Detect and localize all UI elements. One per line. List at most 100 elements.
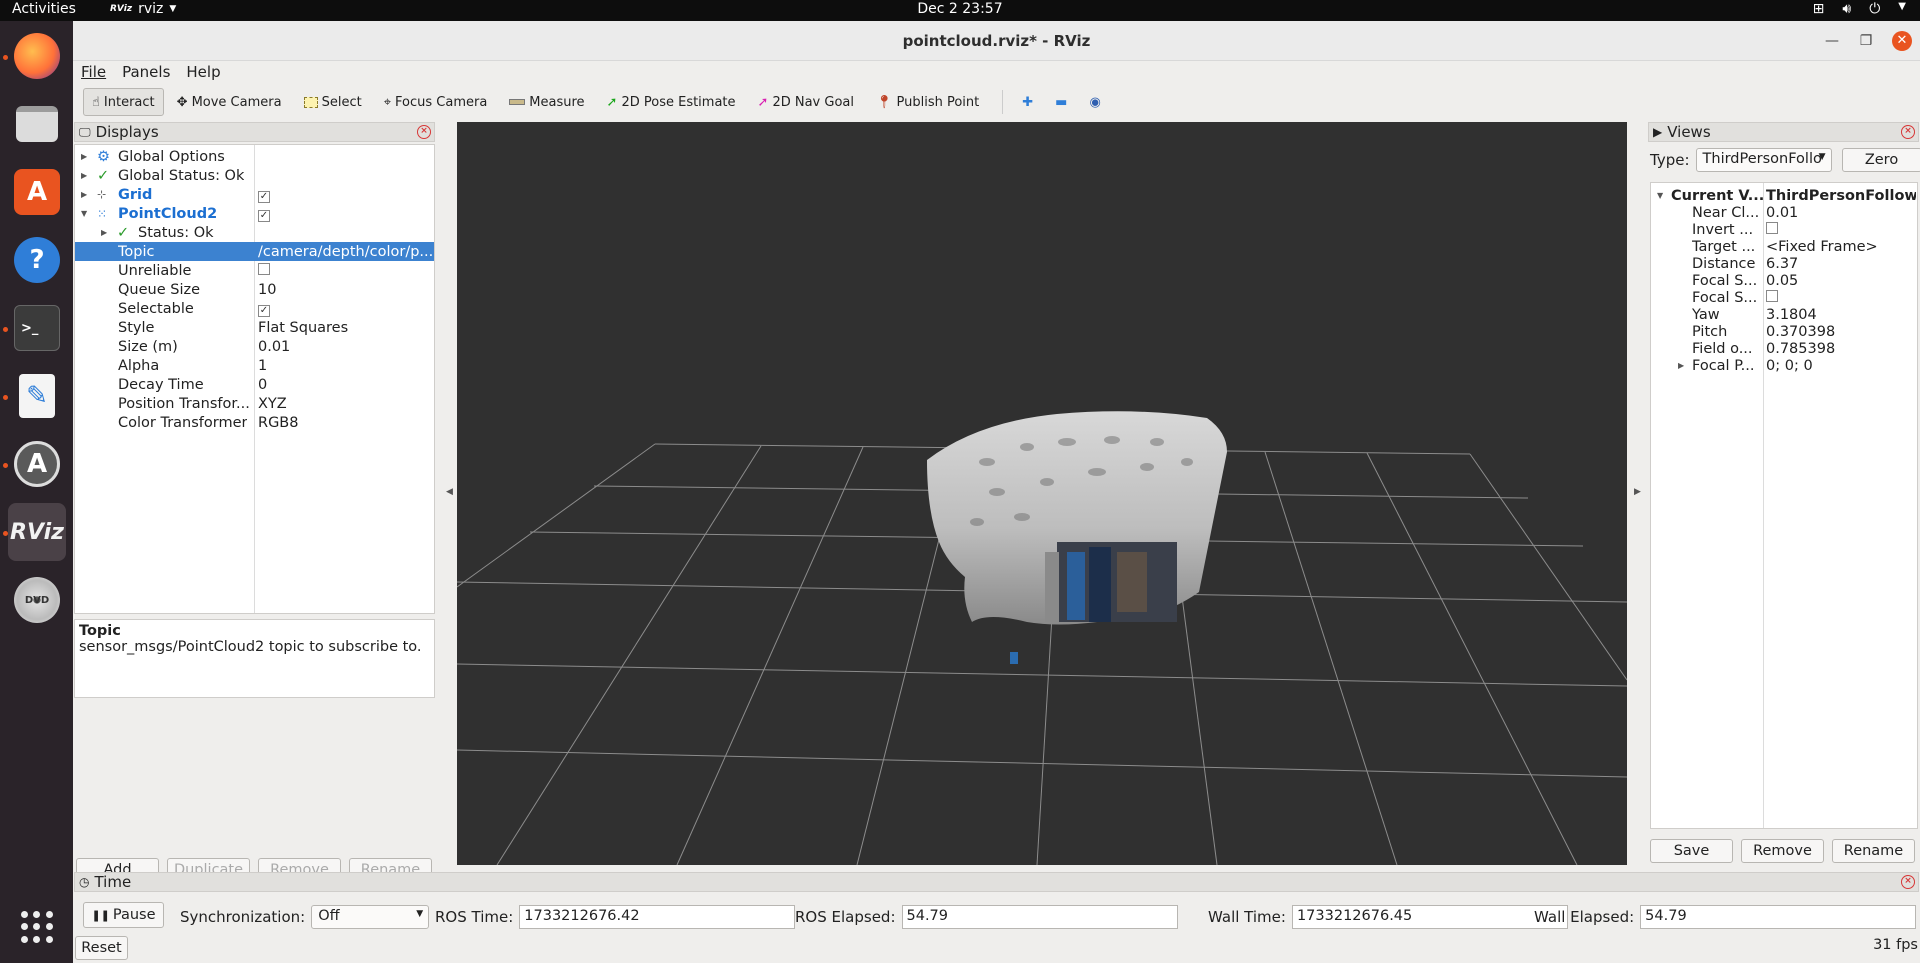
grid-enabled-checkbox[interactable]: ✓	[258, 187, 433, 203]
show-apps-icon[interactable]	[21, 911, 53, 943]
close-icon[interactable]: ×	[417, 125, 431, 139]
clock[interactable]: Dec 2 23:57	[0, 1, 1920, 17]
select-button[interactable]: Select	[295, 88, 371, 116]
firefox-icon[interactable]	[8, 27, 66, 85]
property-value[interactable]: 3.1804	[1766, 307, 1916, 323]
maximize-icon[interactable]: ❐	[1856, 31, 1876, 51]
property-row-decay-time[interactable]: Decay Time 0	[75, 375, 434, 394]
remove-tool-button[interactable]: ▬	[1046, 88, 1076, 116]
property-value[interactable]: 0.05	[1766, 273, 1916, 289]
property-row-size[interactable]: Size (m) 0.01	[75, 337, 434, 356]
expand-arrow-icon[interactable]: ▶	[81, 152, 87, 161]
title-bar[interactable]: pointcloud.rviz* - RViz — ❐ ✕	[73, 21, 1920, 61]
collapse-arrow-icon[interactable]: ▼	[1657, 191, 1663, 200]
help-icon[interactable]: ?	[8, 231, 66, 289]
text-editor-icon[interactable]: ✎	[8, 367, 66, 425]
property-row-queue-size[interactable]: Queue Size 10	[75, 280, 434, 299]
sync-select[interactable]: Off ▼	[311, 905, 430, 929]
close-icon[interactable]: ✕	[1892, 31, 1912, 51]
selectable-checkbox[interactable]: ✓	[258, 301, 433, 317]
menu-help[interactable]: Help	[178, 62, 228, 83]
render-viewport[interactable]	[456, 122, 1628, 866]
property-value[interactable]: 0.785398	[1766, 341, 1916, 357]
nav-goal-button[interactable]: ➚ 2D Nav Goal	[749, 88, 863, 116]
add-tool-button[interactable]: ✚	[1013, 88, 1042, 116]
property-row-selectable[interactable]: Selectable ✓	[75, 299, 434, 318]
rename-button[interactable]: Rename	[1832, 839, 1915, 863]
property-row-style[interactable]: Style Flat Squares	[75, 318, 434, 337]
tree-row-status[interactable]: ▶ ✓ Status: Ok	[75, 223, 434, 242]
property-value[interactable]: 6.37	[1766, 256, 1916, 272]
property-value[interactable]: 10	[258, 282, 433, 298]
files-icon[interactable]	[8, 95, 66, 153]
remove-button[interactable]: Remove	[1741, 839, 1824, 863]
property-value[interactable]: <Fixed Frame>	[1766, 239, 1916, 255]
property-row-position-transformer[interactable]: Position Transfor... XYZ	[75, 394, 434, 413]
ros-time-field[interactable]: 1733212676.42	[519, 905, 796, 929]
expand-arrow-icon[interactable]: ▶	[1678, 361, 1684, 370]
measure-button[interactable]: Measure	[500, 88, 593, 116]
menu-panels[interactable]: Panels	[114, 62, 178, 83]
property-value[interactable]: Flat Squares	[258, 320, 433, 336]
property-value[interactable]: /camera/depth/color/p...	[258, 244, 433, 260]
left-splitter-handle[interactable]: ◀	[446, 487, 453, 497]
terminal-icon[interactable]: >_	[8, 299, 66, 357]
close-icon[interactable]: ×	[1901, 875, 1915, 889]
focal-shape-checkbox[interactable]	[1766, 289, 1916, 306]
wall-elapsed-field[interactable]: 54.79	[1640, 905, 1917, 929]
chevron-down-icon[interactable]: ▼	[1898, 1, 1906, 17]
software-center-icon[interactable]: A	[8, 163, 66, 221]
publish-point-button[interactable]: 📍︎ Publish Point	[867, 88, 988, 116]
move-camera-button[interactable]: ✥ Move Camera	[168, 88, 291, 116]
property-value[interactable]: XYZ	[258, 396, 433, 412]
property-row-unreliable[interactable]: Unreliable	[75, 261, 434, 280]
tree-row-global-options[interactable]: ▶ ⚙ Global Options	[75, 147, 434, 166]
tree-row-grid[interactable]: ▶ ⊹ Grid ✓	[75, 185, 434, 204]
pointcloud2-enabled-checkbox[interactable]: ✓	[258, 206, 433, 222]
pause-button[interactable]: ❚❚ Pause	[83, 902, 164, 928]
property-value[interactable]: 0; 0; 0	[1766, 358, 1916, 374]
view-prop-row[interactable]: ▶ Focal P... 0; 0; 0	[1651, 356, 1917, 375]
reset-button[interactable]: Reset	[75, 936, 128, 960]
close-icon[interactable]: ×	[1901, 125, 1915, 139]
view-type-select[interactable]: ThirdPersonFollo ▼	[1695, 148, 1832, 172]
tree-row-pointcloud2[interactable]: ▼ ⁙ PointCloud2 ✓	[75, 204, 434, 223]
interact-tool-button[interactable]: ☝ Interact	[83, 88, 164, 116]
volume-icon[interactable]: 🔊︎	[1842, 1, 1851, 17]
pose-estimate-button[interactable]: ➚ 2D Pose Estimate	[598, 88, 745, 116]
focus-camera-button[interactable]: ⌖ Focus Camera	[375, 88, 497, 116]
viewport-canvas[interactable]	[456, 122, 1628, 866]
zero-button[interactable]: Zero	[1841, 148, 1920, 172]
expand-arrow-icon[interactable]: ▶	[81, 171, 87, 180]
tree-row-global-status[interactable]: ▶ ✓ Global Status: Ok	[75, 166, 434, 185]
property-row-alpha[interactable]: Alpha 1	[75, 356, 434, 375]
dvd-icon[interactable]: DVD	[8, 571, 66, 629]
ros-elapsed-field[interactable]: 54.79	[901, 905, 1178, 929]
property-row-color-transformer[interactable]: Color Transformer RGB8	[75, 413, 434, 432]
expand-arrow-icon[interactable]: ▶	[101, 228, 107, 237]
menu-file[interactable]: File	[73, 62, 114, 83]
invert-checkbox[interactable]	[1766, 221, 1916, 238]
power-icon[interactable]: ⏻	[1869, 1, 1880, 17]
property-value[interactable]: RGB8	[258, 415, 433, 431]
wall-time-field[interactable]: 1733212676.45	[1291, 905, 1568, 929]
property-value[interactable]: 0.01	[1766, 205, 1916, 221]
minimize-icon[interactable]: —	[1822, 31, 1842, 51]
software-updater-icon[interactable]: A	[8, 435, 66, 493]
network-icon[interactable]: ⊞	[1813, 1, 1825, 17]
rviz-icon[interactable]: RViz	[8, 503, 66, 561]
tool-properties-button[interactable]: ◉	[1080, 88, 1109, 116]
unreliable-checkbox[interactable]	[258, 262, 433, 279]
system-tray[interactable]: ⊞ 🔊︎ ⏻ ▼	[1813, 1, 1906, 17]
expand-arrow-icon[interactable]: ▶	[81, 190, 87, 199]
property-value[interactable]: 0.370398	[1766, 324, 1916, 340]
property-value[interactable]: 0	[258, 377, 433, 393]
view-properties-tree[interactable]: ▼ Current V... ThirdPersonFollow... Near…	[1650, 182, 1918, 829]
collapse-arrow-icon[interactable]: ▼	[81, 209, 87, 218]
right-splitter-handle[interactable]: ▶	[1634, 487, 1641, 497]
property-row-topic[interactable]: Topic /camera/depth/color/p...	[75, 242, 434, 261]
save-button[interactable]: Save	[1650, 839, 1733, 863]
displays-tree[interactable]: ▶ ⚙ Global Options ▶ ✓ Global Status: Ok…	[74, 144, 435, 614]
property-value[interactable]: 0.01	[258, 339, 433, 355]
property-value[interactable]: 1	[258, 358, 433, 374]
